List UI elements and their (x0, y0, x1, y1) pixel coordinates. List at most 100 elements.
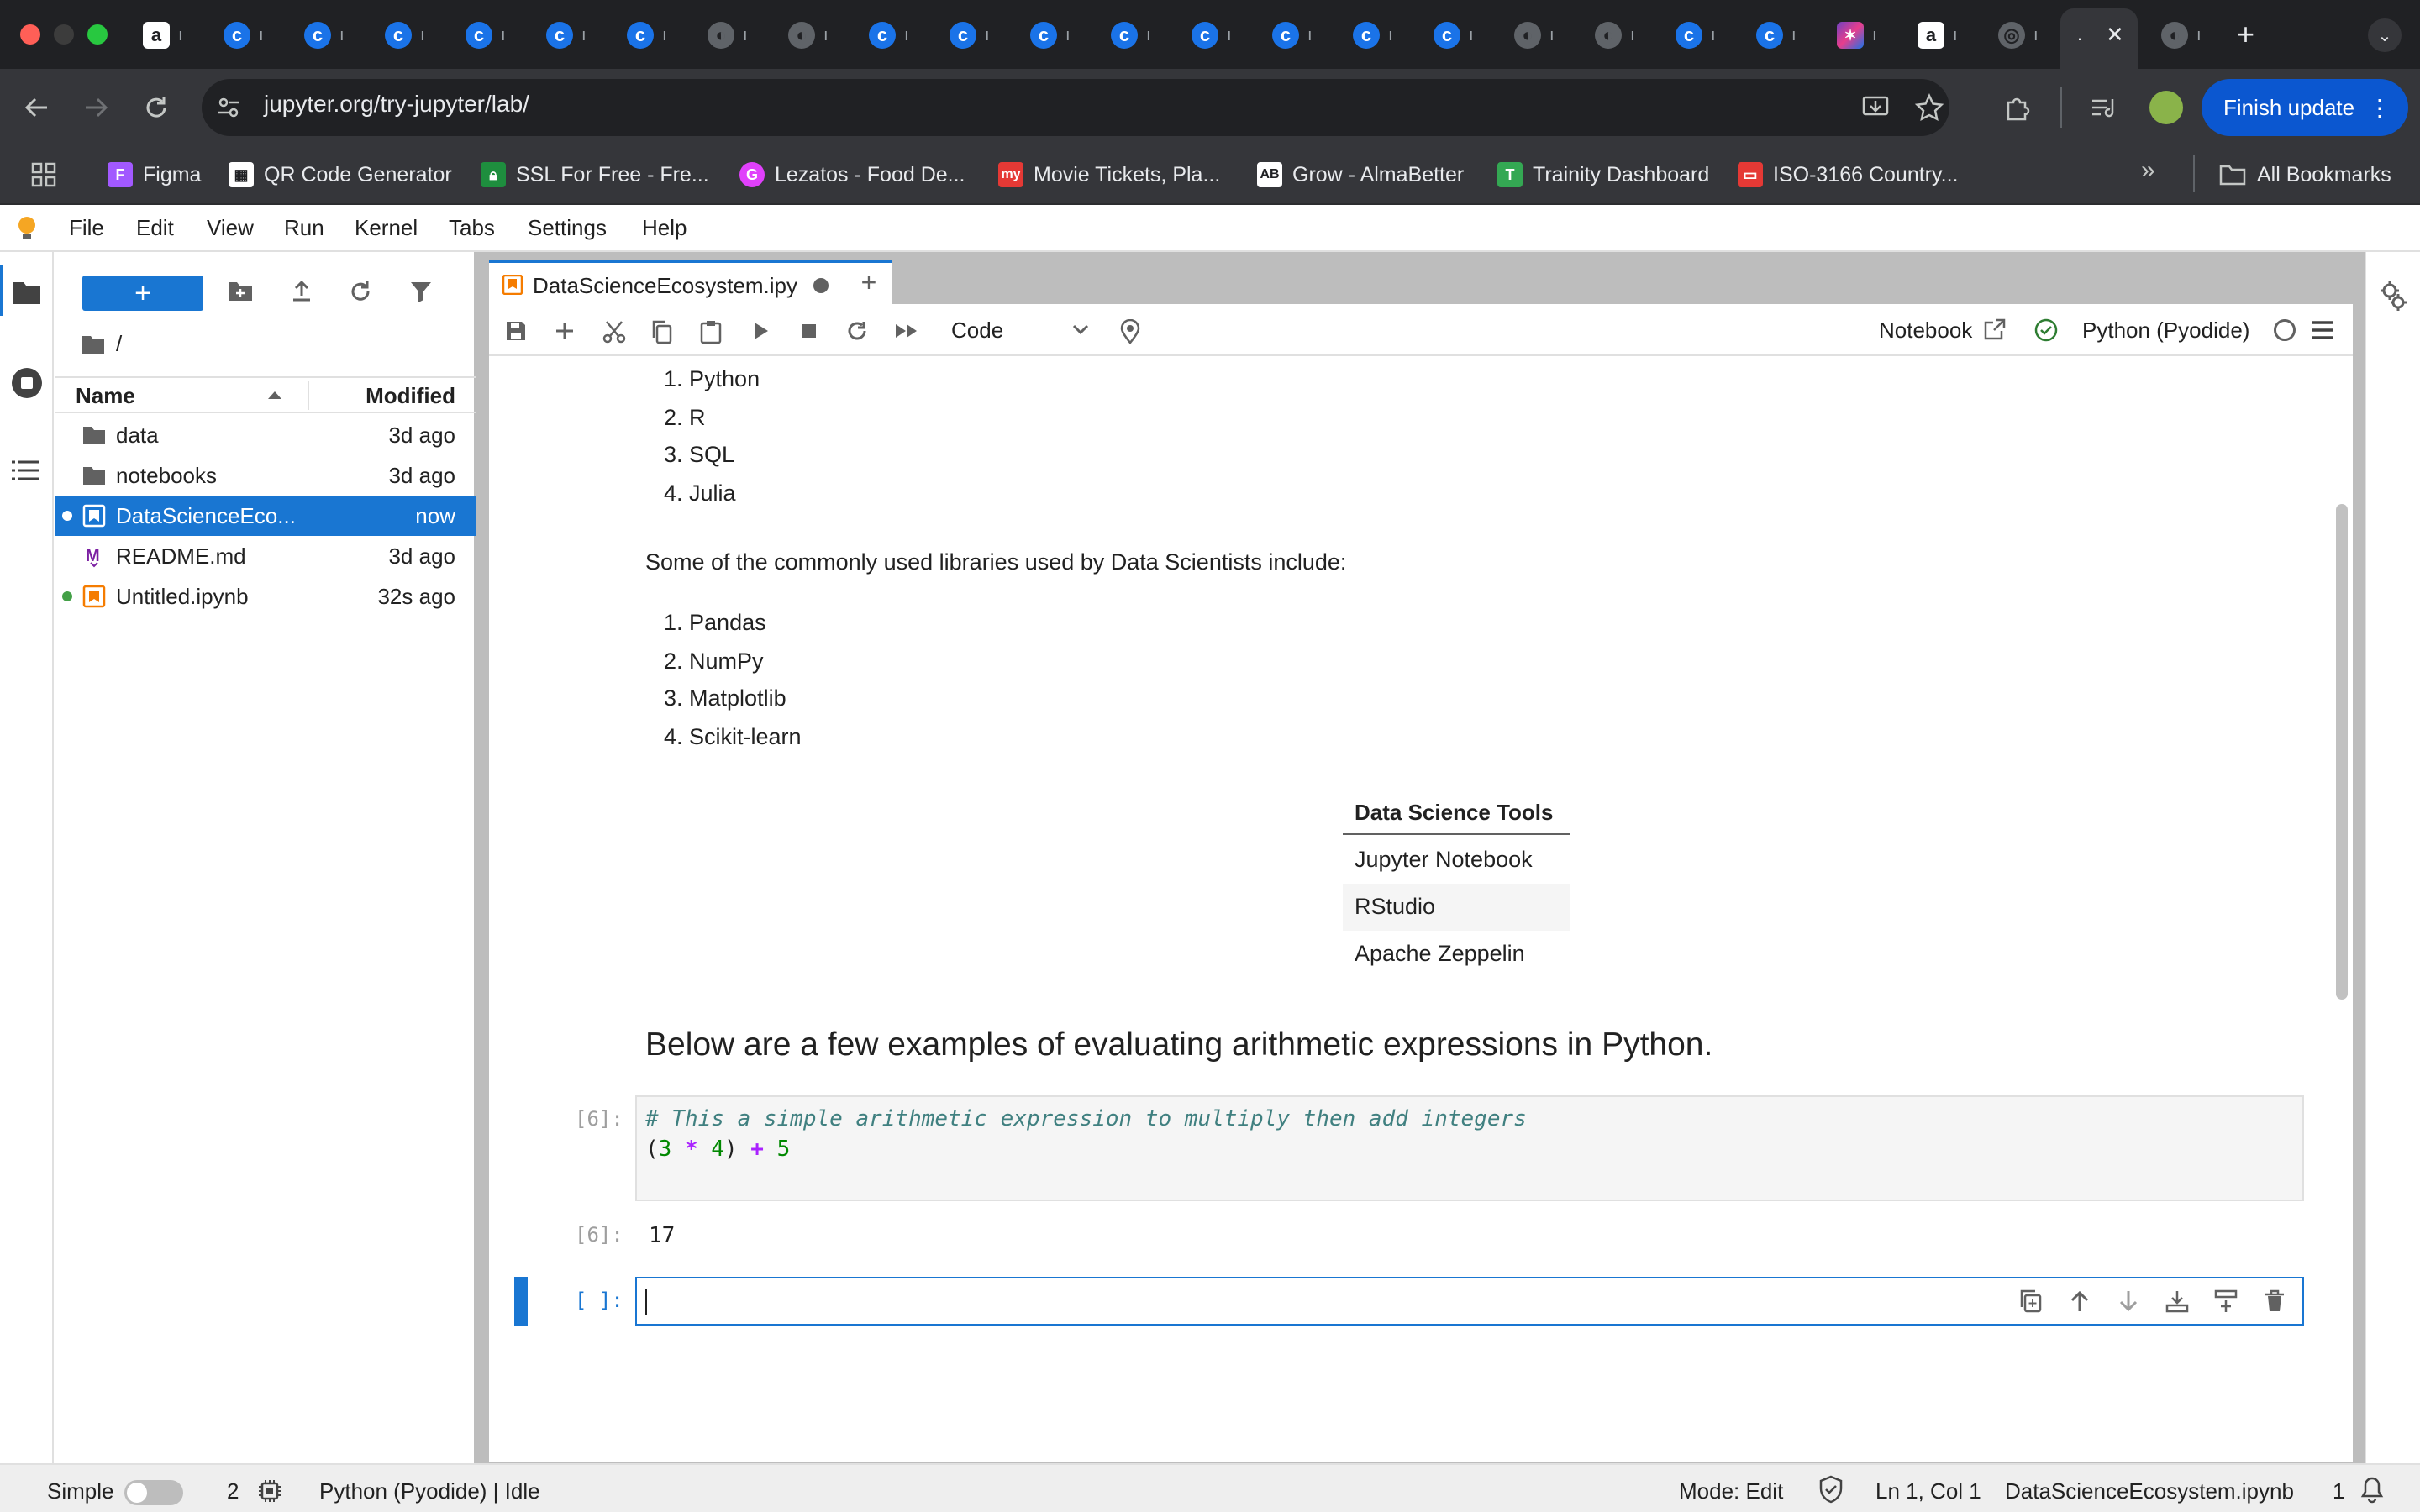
menu-tabs[interactable]: Tabs (449, 215, 495, 241)
breadcrumb[interactable]: / (81, 331, 122, 357)
column-name-header[interactable]: Name (76, 383, 135, 409)
move-cell-down-icon[interactable] (2116, 1289, 2141, 1314)
bell-icon[interactable] (2360, 1475, 2385, 1504)
save-icon[interactable] (504, 319, 528, 343)
property-inspector-gears-icon[interactable] (2378, 279, 2408, 312)
running-kernels-icon[interactable] (10, 366, 44, 400)
browser-tab[interactable]: ◐ ı (1581, 12, 1635, 59)
browser-tab[interactable]: cı (613, 12, 667, 59)
reload-icon[interactable] (141, 92, 171, 123)
browser-tab[interactable]: cı (1259, 12, 1313, 59)
file-row[interactable]: M README.md 3d ago (55, 536, 476, 576)
kernel-name[interactable]: Python (Pyodide) (2082, 318, 2249, 344)
apps-grid-icon[interactable] (30, 161, 57, 188)
notebook-scrollbar[interactable] (2336, 504, 2348, 1000)
tab-search-icon[interactable]: ⌄ (2368, 18, 2402, 52)
filter-icon[interactable] (408, 279, 434, 304)
close-tab-icon[interactable]: ✕ (2106, 22, 2124, 48)
bookmark-item[interactable]: my Movie Tickets, Pla... (998, 158, 1220, 192)
site-info-icon[interactable] (215, 94, 242, 121)
stop-icon[interactable] (798, 319, 820, 343)
browser-tab[interactable]: cı (1743, 12, 1797, 59)
insert-cell-icon[interactable] (553, 319, 576, 343)
bookmark-item[interactable]: ▦ QR Code Generator (229, 158, 452, 192)
active-code-cell-editor[interactable] (635, 1277, 2304, 1326)
browser-tab[interactable]: cı (855, 12, 909, 59)
forward-icon[interactable] (81, 94, 111, 121)
new-folder-icon[interactable] (227, 279, 254, 304)
new-tab-button[interactable]: + (852, 265, 886, 299)
browser-tab[interactable]: ✶ ı (1823, 12, 1877, 59)
menu-edit[interactable]: Edit (136, 215, 174, 241)
upload-icon[interactable] (289, 279, 314, 304)
new-tab-icon[interactable]: + (2237, 17, 2254, 52)
paste-icon[interactable] (699, 319, 723, 344)
bookmark-item[interactable]: 🔒︎ SSL For Free - Fre... (481, 158, 709, 192)
bookmark-item[interactable]: AB Grow - AlmaBetter (1257, 158, 1464, 192)
file-row-selected[interactable]: DataScienceEco... now (55, 496, 476, 536)
cursor-position[interactable]: Ln 1, Col 1 (1876, 1478, 1981, 1504)
cell-type-dropdown[interactable]: Code (944, 312, 1096, 348)
copy-icon[interactable] (650, 319, 674, 344)
bookmark-star-icon[interactable] (1914, 92, 1944, 123)
bookmark-item[interactable]: ▭ ISO-3166 Country... (1738, 158, 1958, 192)
menu-help[interactable]: Help (642, 215, 687, 241)
browser-tab[interactable]: ◐ ı (694, 12, 748, 59)
open-in-notebook-label[interactable]: Notebook (1879, 318, 1972, 344)
duplicate-cell-icon[interactable] (2018, 1289, 2044, 1314)
cut-icon[interactable] (602, 319, 627, 344)
bookmark-item[interactable]: T Trainity Dashboard (1497, 158, 1709, 192)
menu-view[interactable]: View (207, 215, 254, 241)
delete-cell-icon[interactable] (2262, 1289, 2287, 1314)
browser-tab[interactable]: cı (371, 12, 425, 59)
refresh-icon[interactable] (348, 279, 373, 304)
move-cell-up-icon[interactable] (2067, 1289, 2092, 1314)
file-row[interactable]: Untitled.ipynb 32s ago (55, 576, 476, 617)
browser-tab[interactable]: aı (1904, 12, 1958, 59)
insert-cell-above-icon[interactable] (2165, 1289, 2190, 1314)
menu-run[interactable]: Run (284, 215, 324, 241)
file-row[interactable]: notebooks 3d ago (55, 455, 476, 496)
browser-tab[interactable]: cı (452, 12, 506, 59)
browser-tab[interactable]: ◎ ı (1985, 12, 2039, 59)
browser-tab[interactable]: aı (129, 12, 183, 59)
property-inspector-menu-icon[interactable] (2311, 319, 2334, 341)
browser-tab[interactable]: ◐ ı (775, 12, 829, 59)
browser-tab[interactable]: cı (1339, 12, 1393, 59)
bookmark-item[interactable]: G Lezatos - Food De... (739, 158, 965, 192)
file-row[interactable]: data 3d ago (55, 415, 476, 455)
menu-file[interactable]: File (69, 215, 104, 241)
terminals-count[interactable]: 2 (227, 1478, 239, 1504)
restart-kernel-icon[interactable] (845, 319, 869, 343)
table-of-contents-icon[interactable] (10, 457, 40, 484)
menu-settings[interactable]: Settings (528, 215, 607, 241)
shield-check-icon[interactable] (1818, 1475, 1844, 1504)
unsaved-dot-icon[interactable] (813, 278, 829, 293)
browser-tab[interactable]: cı (1662, 12, 1716, 59)
browser-tab[interactable]: cı (1178, 12, 1232, 59)
browser-tab[interactable]: cı (291, 12, 345, 59)
file-browser-icon[interactable] (12, 279, 42, 306)
profile-avatar[interactable] (2149, 91, 2183, 124)
debugger-pin-icon[interactable] (1119, 319, 1141, 344)
kernel-chip-icon[interactable] (257, 1478, 282, 1504)
menu-kernel[interactable]: Kernel (355, 215, 418, 241)
browser-tab[interactable]: cı (1017, 12, 1071, 59)
browser-tab[interactable]: cı (533, 12, 587, 59)
install-app-icon[interactable] (1860, 92, 1891, 123)
finish-update-button[interactable]: Finish update ⋮ (2202, 79, 2408, 136)
bookmark-item[interactable]: F Figma (108, 158, 201, 192)
extensions-icon[interactable] (2002, 92, 2032, 123)
insert-cell-below-icon[interactable] (2213, 1289, 2238, 1314)
new-launcher-button[interactable]: + (82, 276, 203, 311)
more-bookmarks-icon[interactable]: » (2141, 156, 2155, 185)
browser-tab[interactable]: ◐ ı (2148, 12, 2202, 59)
run-icon[interactable] (750, 319, 771, 343)
close-window-button[interactable] (20, 24, 40, 45)
simple-mode-toggle[interactable] (124, 1480, 183, 1505)
browser-tab[interactable]: cı (936, 12, 990, 59)
browser-tab[interactable]: cı (1097, 12, 1151, 59)
active-browser-tab[interactable]: . ✕ (2060, 8, 2138, 69)
all-bookmarks-button[interactable]: All Bookmarks (2218, 158, 2391, 192)
minimize-window-button[interactable] (54, 24, 74, 45)
